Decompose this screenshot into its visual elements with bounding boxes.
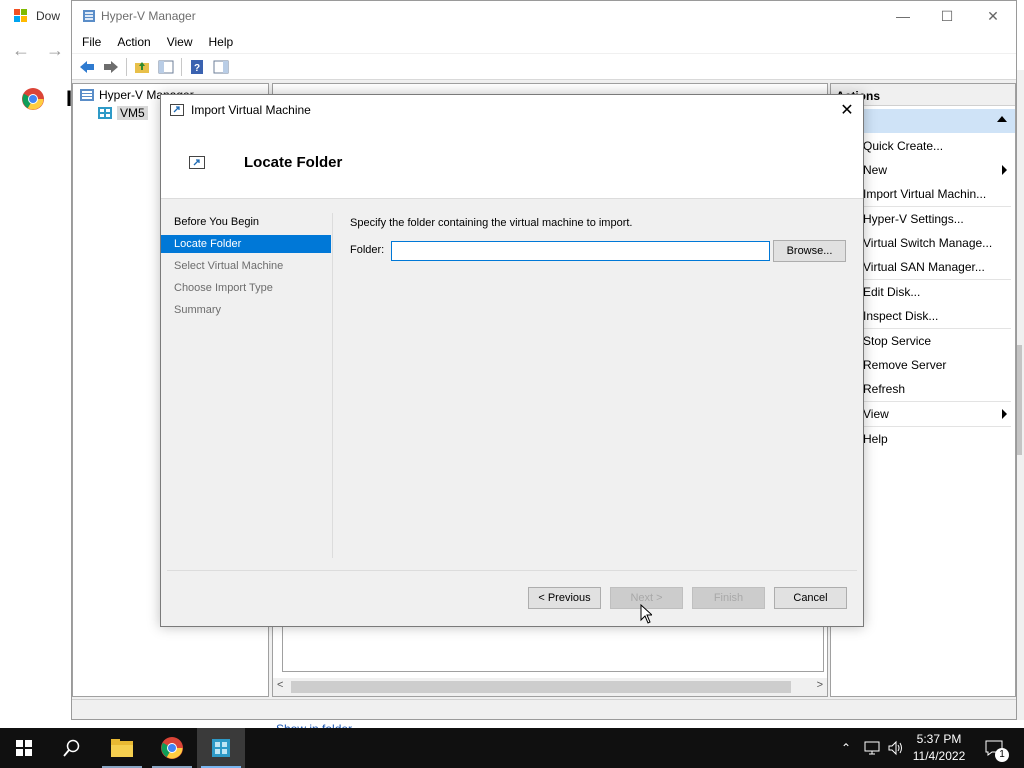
forward-arrow-icon[interactable]: → bbox=[46, 40, 64, 61]
import-vm-dialog: Import Virtual Machine ✕ Locate Folder B… bbox=[160, 94, 864, 627]
instruction-text: Specify the folder containing the virtua… bbox=[350, 217, 633, 229]
folder-input[interactable] bbox=[391, 241, 770, 261]
chrome-logo-icon bbox=[161, 737, 183, 759]
toolbar: ? bbox=[72, 54, 1016, 80]
page-title: Locate Folder bbox=[244, 154, 343, 171]
status-bar bbox=[72, 699, 1016, 719]
details-panel bbox=[282, 624, 824, 672]
hyperv-manager-taskbar-button[interactable] bbox=[197, 728, 245, 768]
hyperv-title-bar: Hyper-V Manager — ☐ ✕ bbox=[72, 1, 1016, 31]
show-hidden-icons-button[interactable]: ⌃ bbox=[836, 728, 856, 768]
folder-up-icon bbox=[135, 61, 149, 73]
minimize-button[interactable]: — bbox=[880, 1, 926, 31]
menu-help[interactable]: Help bbox=[209, 35, 234, 49]
help-button[interactable]: ? bbox=[188, 58, 206, 76]
step-locate-folder[interactable]: Locate Folder bbox=[161, 235, 331, 253]
browser-tab[interactable]: Dow bbox=[14, 4, 60, 28]
wizard-steps: Before You Begin Locate Folder Select Vi… bbox=[161, 213, 333, 558]
menu-action[interactable]: Action bbox=[117, 35, 150, 49]
search-icon bbox=[63, 739, 80, 757]
step-before-you-begin[interactable]: Before You Begin bbox=[161, 213, 331, 231]
forward-button[interactable] bbox=[102, 58, 120, 76]
cancel-button[interactable]: Cancel bbox=[774, 587, 847, 609]
chevron-up-icon: ⌃ bbox=[840, 741, 852, 755]
start-button[interactable] bbox=[0, 728, 48, 768]
scroll-left-icon[interactable]: < bbox=[277, 679, 283, 691]
chrome-button[interactable] bbox=[148, 728, 196, 768]
step-choose-import-type: Choose Import Type bbox=[174, 282, 273, 294]
collapse-arrow-icon[interactable] bbox=[997, 116, 1007, 122]
menu-file[interactable]: File bbox=[82, 35, 101, 49]
file-explorer-button[interactable] bbox=[98, 728, 146, 768]
forward-arrow-icon bbox=[104, 60, 118, 73]
action-pane-icon bbox=[213, 60, 229, 73]
server-icon bbox=[98, 107, 112, 119]
import-vm-icon bbox=[189, 156, 205, 169]
windows-logo-icon bbox=[16, 740, 32, 756]
clock-date: 11/4/2022 bbox=[912, 749, 966, 763]
speaker-icon bbox=[888, 740, 902, 756]
show-hide-action-pane-button[interactable] bbox=[212, 58, 230, 76]
search-button[interactable] bbox=[48, 728, 96, 768]
horizontal-scrollbar[interactable]: < > bbox=[273, 678, 827, 696]
hyperv-app-icon bbox=[83, 10, 95, 22]
minimize-icon: — bbox=[896, 8, 910, 24]
submenu-arrow-icon bbox=[1002, 409, 1007, 419]
maximize-button[interactable]: ☐ bbox=[924, 1, 970, 31]
folder-label: Folder: bbox=[350, 244, 385, 256]
chrome-logo-icon bbox=[22, 88, 44, 110]
clock-time: 5:37 PM bbox=[916, 732, 962, 746]
svg-text:?: ? bbox=[194, 63, 200, 74]
up-folder-button[interactable] bbox=[133, 58, 151, 76]
back-arrow-icon[interactable]: ← bbox=[12, 40, 30, 61]
volume-button[interactable] bbox=[884, 728, 908, 768]
close-icon: ✕ bbox=[840, 102, 854, 119]
dialog-header: Locate Folder bbox=[161, 125, 863, 199]
notification-count-badge: 1 bbox=[995, 748, 1009, 762]
close-icon: ✕ bbox=[987, 7, 999, 24]
step-summary: Summary bbox=[174, 304, 222, 316]
windows-logo-icon bbox=[14, 9, 27, 22]
menu-view[interactable]: View bbox=[167, 35, 193, 49]
tree-item-server-label: VM5 bbox=[117, 106, 148, 120]
dialog-title-bar: Import Virtual Machine ✕ bbox=[161, 95, 863, 125]
folder-icon bbox=[111, 739, 133, 757]
tree-item-server[interactable]: VM5 bbox=[97, 106, 148, 120]
network-icon bbox=[864, 741, 880, 755]
dialog-close-button[interactable]: ✕ bbox=[831, 95, 863, 125]
browser-tab-title: Dow bbox=[36, 9, 61, 23]
import-vm-icon bbox=[170, 104, 184, 116]
previous-button[interactable]: < Previous bbox=[528, 587, 601, 609]
browse-button[interactable]: Browse... bbox=[773, 240, 846, 262]
show-hide-console-tree-button[interactable] bbox=[157, 58, 175, 76]
notification-center-button[interactable]: 1 bbox=[980, 728, 1009, 768]
taskbar: ⌃ 5:37 PM 11/4/2022 1 bbox=[0, 728, 1024, 768]
console-tree-icon bbox=[158, 60, 174, 73]
hyperv-manager-icon bbox=[80, 89, 94, 101]
maximize-icon: ☐ bbox=[940, 7, 954, 24]
menu-bar: File Action View Help bbox=[72, 31, 1016, 53]
submenu-arrow-icon bbox=[1002, 165, 1007, 175]
finish-button[interactable]: Finish bbox=[692, 587, 765, 609]
clock[interactable]: 5:37 PM 11/4/2022 bbox=[906, 731, 972, 765]
dialog-title: Import Virtual Machine bbox=[191, 103, 311, 117]
window-title: Hyper-V Manager bbox=[101, 9, 196, 23]
back-button[interactable] bbox=[78, 58, 96, 76]
network-button[interactable] bbox=[860, 728, 884, 768]
help-icon: ? bbox=[191, 59, 203, 74]
close-window-button[interactable]: ✕ bbox=[970, 1, 1016, 31]
hyperv-app-icon bbox=[212, 739, 230, 757]
scroll-right-icon[interactable]: > bbox=[817, 679, 823, 691]
back-arrow-icon bbox=[80, 60, 94, 73]
mouse-cursor-icon bbox=[640, 604, 652, 624]
step-select-virtual-machine: Select Virtual Machine bbox=[174, 260, 284, 272]
